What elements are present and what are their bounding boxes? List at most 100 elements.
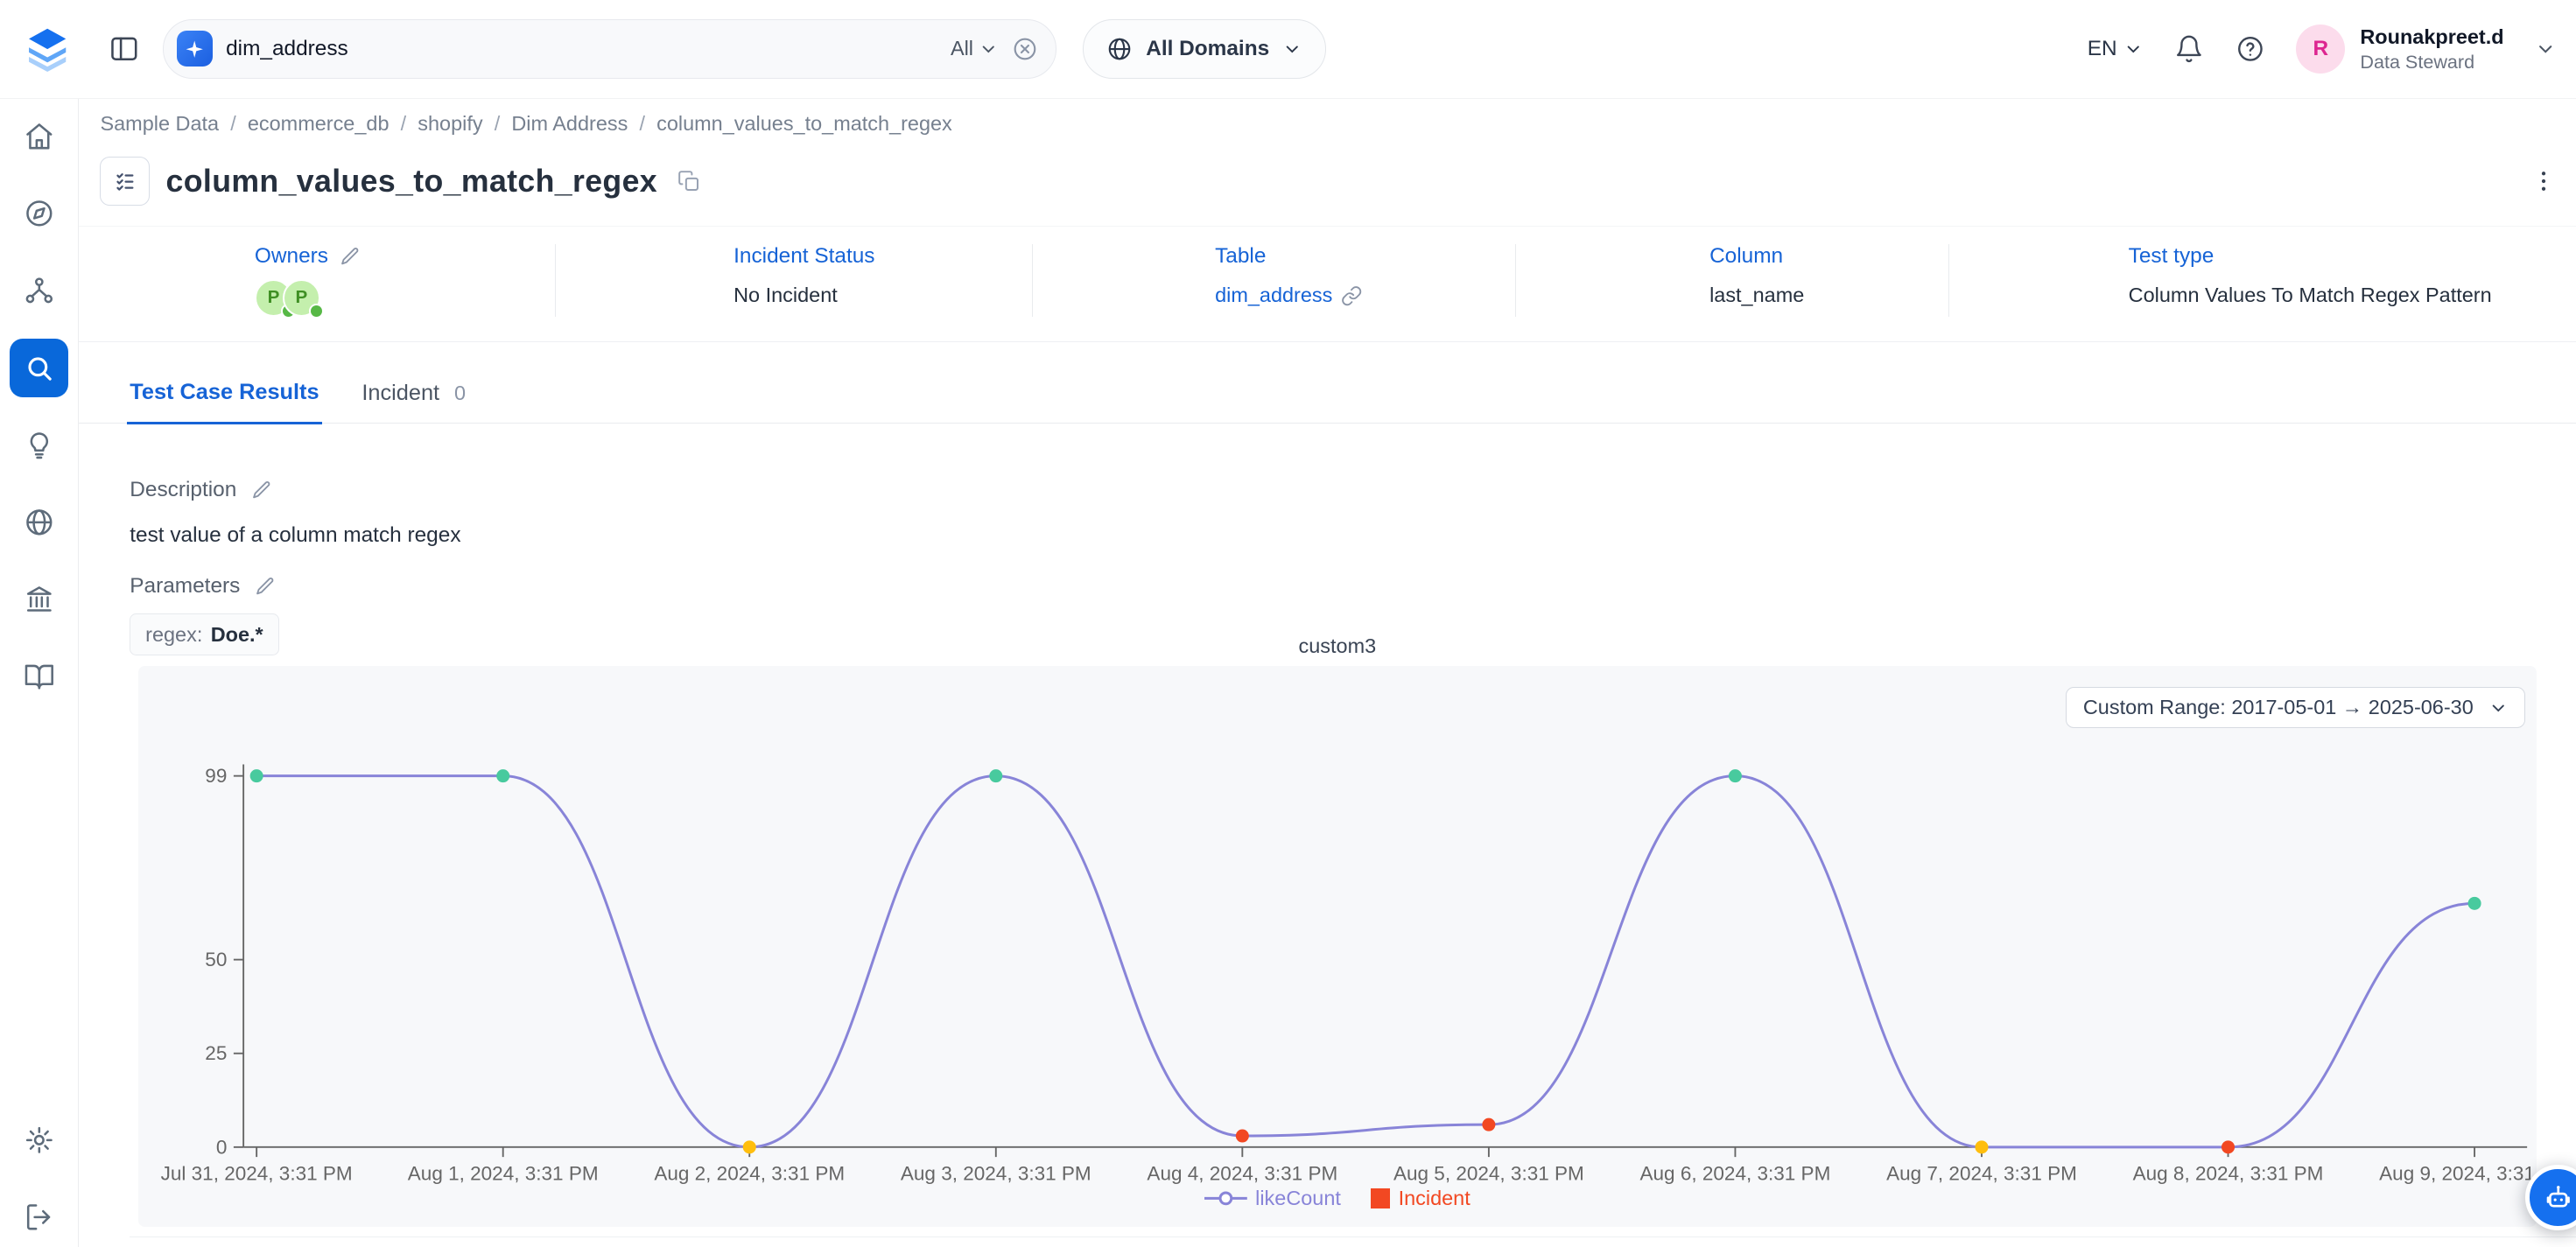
owners-label: Owners bbox=[255, 244, 328, 269]
topbar-right-actions: EN R Rounakpreet.d Data Steward bbox=[2088, 24, 2563, 75]
svg-text:50: 50 bbox=[205, 949, 227, 970]
chart-legend: likeCount Incident bbox=[138, 1187, 2537, 1210]
search-clear-icon[interactable] bbox=[1011, 35, 1039, 63]
incident-status-label: Incident Status bbox=[733, 244, 874, 269]
breadcrumb-item-sample-data[interactable]: Sample Data bbox=[100, 112, 219, 136]
test-case-icon bbox=[100, 157, 149, 206]
svg-text:Aug 5, 2024, 3:31 PM: Aug 5, 2024, 3:31 PM bbox=[1393, 1163, 1584, 1185]
tab-bar: Test Case Results Incident 0 bbox=[79, 368, 2576, 424]
edit-parameters-icon[interactable] bbox=[255, 576, 276, 597]
incident-count-badge: 0 bbox=[454, 382, 466, 405]
parameters-header: Parameters bbox=[130, 574, 2576, 599]
nav-insights[interactable] bbox=[10, 416, 69, 475]
summary-owners: Owners P P bbox=[79, 244, 555, 316]
notifications-bell-icon[interactable] bbox=[2174, 34, 2204, 64]
nav-home[interactable] bbox=[10, 107, 69, 166]
line-chart-plot[interactable]: 0255099Jul 31, 2024, 3:31 PMAug 1, 2024,… bbox=[138, 745, 2537, 1185]
copy-icon[interactable] bbox=[677, 170, 700, 193]
breadcrumb-item-database[interactable]: ecommerce_db bbox=[248, 112, 390, 136]
tab-incident[interactable]: Incident 0 bbox=[359, 368, 469, 423]
tab-label: Incident bbox=[361, 381, 439, 406]
description-label: Description bbox=[130, 478, 236, 502]
user-avatar[interactable]: R bbox=[2296, 25, 2345, 74]
nav-settings[interactable] bbox=[10, 1110, 69, 1170]
column-label: Column bbox=[1709, 244, 1783, 269]
nav-observability[interactable] bbox=[10, 339, 69, 398]
test-trend-chart-card: Custom Range: 2017-05-01 → 2025-06-30 02… bbox=[138, 666, 2537, 1227]
user-menu-chevron-icon[interactable] bbox=[2535, 39, 2556, 60]
summary-table: Table dim_address bbox=[1032, 244, 1515, 316]
app-window: All All Domains EN bbox=[0, 0, 2576, 1247]
language-selector[interactable]: EN bbox=[2088, 37, 2144, 61]
test-type-label: Test type bbox=[2129, 244, 2215, 269]
help-icon[interactable] bbox=[2236, 34, 2265, 64]
graph-nodes-icon bbox=[24, 275, 55, 306]
home-icon bbox=[24, 121, 55, 152]
description-header: Description bbox=[130, 478, 2576, 502]
chevron-down-icon bbox=[2123, 39, 2144, 60]
column-value: last_name bbox=[1709, 284, 1804, 307]
breadcrumb-separator: / bbox=[495, 112, 501, 136]
breadcrumb-item-test-case: column_values_to_match_regex bbox=[656, 112, 952, 136]
nav-explore[interactable] bbox=[10, 184, 69, 243]
incident-status-value: No Incident bbox=[733, 284, 838, 307]
owner-avatar[interactable]: P bbox=[283, 279, 320, 317]
custom-range-dropdown[interactable]: Custom Range: 2017-05-01 → 2025-06-30 bbox=[2066, 687, 2525, 728]
more-actions-kebab-icon[interactable] bbox=[2527, 165, 2560, 198]
page-title: column_values_to_match_regex bbox=[166, 164, 657, 200]
svg-text:Aug 2, 2024, 3:31 PM: Aug 2, 2024, 3:31 PM bbox=[654, 1163, 845, 1185]
owner-initial: P bbox=[296, 287, 308, 308]
summary-panel: Owners P P bbox=[79, 226, 2576, 342]
edit-owners-icon[interactable] bbox=[340, 246, 361, 267]
gear-icon bbox=[24, 1124, 55, 1156]
edit-description-icon[interactable] bbox=[251, 480, 272, 501]
title-row: column_values_to_match_regex bbox=[100, 157, 2559, 206]
owner-avatars: P P bbox=[255, 279, 556, 317]
left-sidebar bbox=[0, 99, 79, 1247]
breadcrumb-separator: / bbox=[230, 112, 236, 136]
search-scope-dropdown[interactable]: All bbox=[951, 37, 998, 60]
compass-icon bbox=[24, 198, 55, 229]
nav-lineage[interactable] bbox=[10, 261, 69, 320]
app-logo-icon[interactable] bbox=[20, 21, 76, 77]
chevron-down-icon bbox=[2488, 698, 2509, 718]
breadcrumb-separator: / bbox=[401, 112, 407, 136]
search-magnifier-icon bbox=[24, 353, 55, 384]
language-label: EN bbox=[2088, 37, 2117, 61]
svg-text:Aug 3, 2024, 3:31 PM: Aug 3, 2024, 3:31 PM bbox=[901, 1163, 1091, 1185]
table-link[interactable]: dim_address bbox=[1215, 284, 1332, 307]
section-divider bbox=[130, 1236, 2576, 1237]
owner-badge bbox=[309, 304, 324, 319]
sidebar-toggle-icon[interactable] bbox=[109, 33, 140, 65]
summary-incident-status: Incident Status No Incident bbox=[555, 244, 1031, 316]
svg-text:Jul 31, 2024, 3:31 PM: Jul 31, 2024, 3:31 PM bbox=[160, 1163, 352, 1185]
search-input[interactable] bbox=[226, 37, 937, 61]
nav-domains[interactable] bbox=[10, 493, 69, 552]
svg-text:Aug 8, 2024, 3:31 PM: Aug 8, 2024, 3:31 PM bbox=[2132, 1163, 2323, 1185]
chart-title: custom3 bbox=[138, 634, 2537, 658]
breadcrumb-item-schema[interactable]: shopify bbox=[418, 112, 482, 136]
breadcrumb-item-table[interactable]: Dim Address bbox=[511, 112, 628, 136]
top-bar: All All Domains EN bbox=[0, 0, 2576, 99]
chevron-down-icon bbox=[1282, 39, 1302, 60]
summary-column: Column last_name bbox=[1515, 244, 1949, 316]
user-role: Data Steward bbox=[2360, 50, 2503, 74]
user-menu[interactable]: R Rounakpreet.d Data Steward bbox=[2296, 24, 2503, 75]
link-icon bbox=[1341, 285, 1362, 306]
nav-govern[interactable] bbox=[10, 570, 69, 629]
ai-search-icon[interactable] bbox=[177, 31, 213, 67]
svg-text:Aug 6, 2024, 3:31 PM: Aug 6, 2024, 3:31 PM bbox=[1639, 1163, 1830, 1185]
summary-test-type: Test type Column Values To Match Regex P… bbox=[1948, 244, 2411, 316]
legend-likecount[interactable]: likeCount bbox=[1204, 1187, 1341, 1210]
tab-test-case-results[interactable]: Test Case Results bbox=[127, 368, 323, 424]
legend-incident[interactable]: Incident bbox=[1371, 1187, 1470, 1210]
legend-label: likeCount bbox=[1255, 1187, 1341, 1210]
test-case-details: Description test value of a column match… bbox=[79, 478, 2576, 1237]
tab-label: Test Case Results bbox=[130, 380, 319, 405]
nav-glossary[interactable] bbox=[10, 647, 69, 706]
svg-text:99: 99 bbox=[205, 765, 227, 787]
nav-logout[interactable] bbox=[10, 1187, 69, 1247]
all-domains-dropdown[interactable]: All Domains bbox=[1083, 19, 1326, 79]
legend-swatch bbox=[1371, 1188, 1391, 1208]
svg-text:Aug 4, 2024, 3:31 PM: Aug 4, 2024, 3:31 PM bbox=[1147, 1163, 1337, 1185]
